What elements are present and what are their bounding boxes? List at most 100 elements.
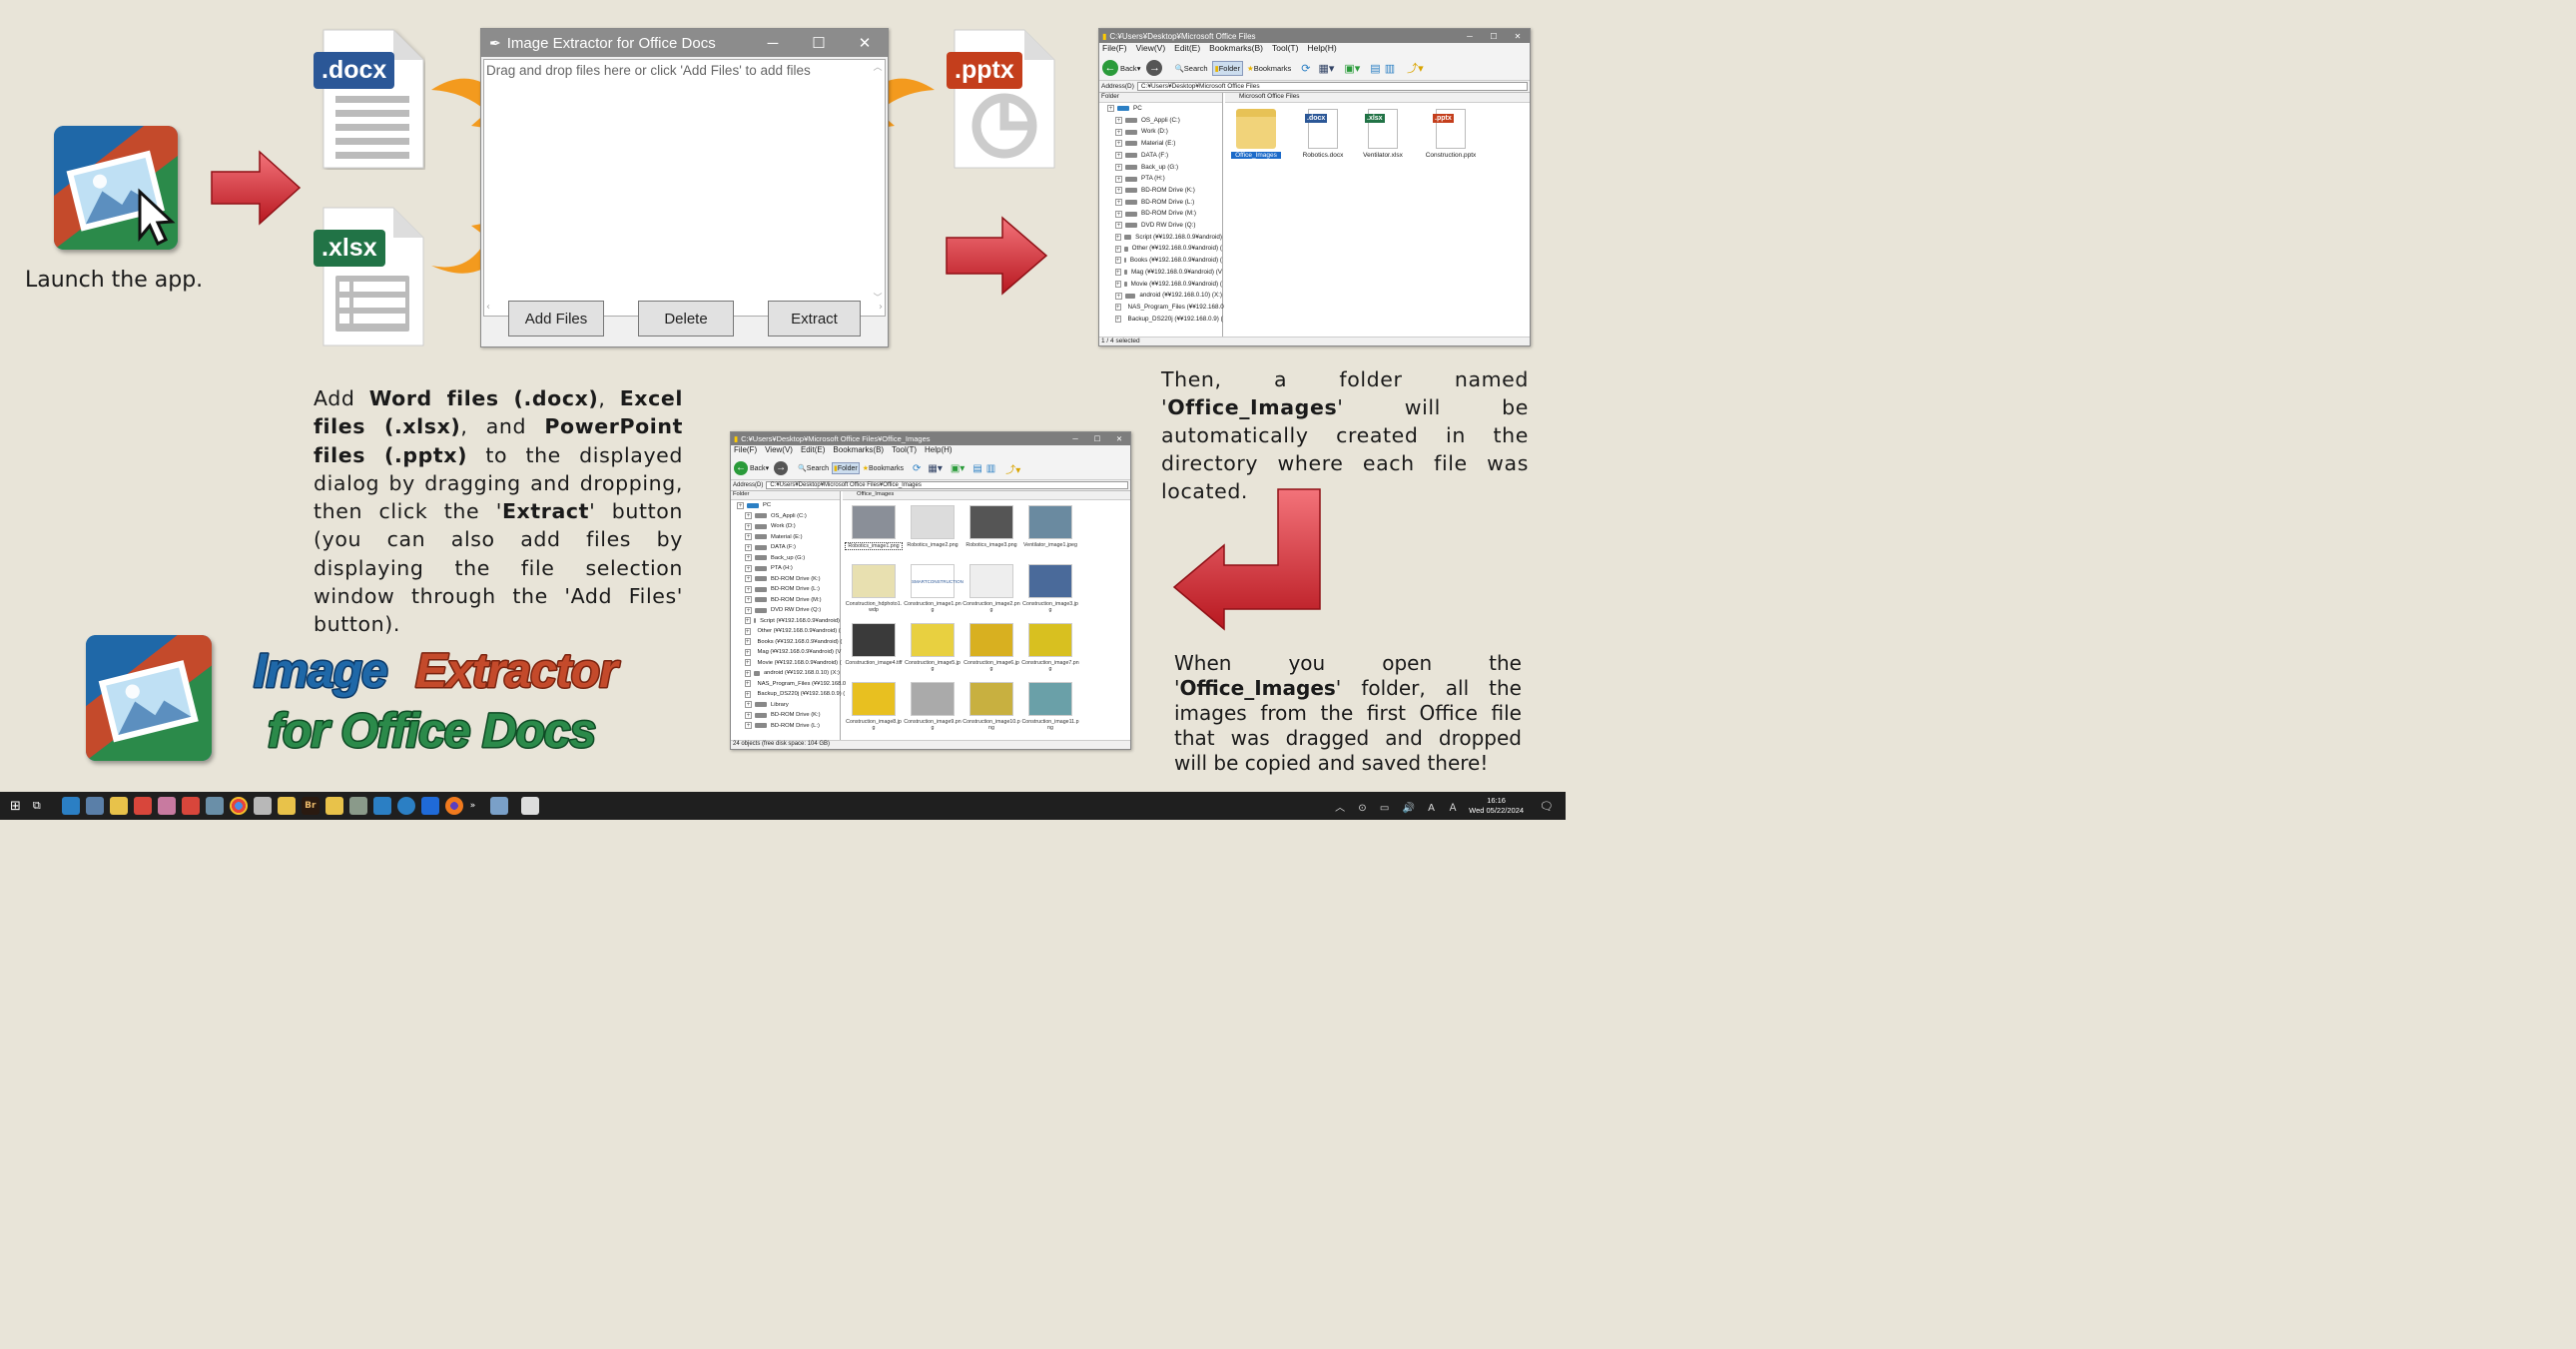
robotics-docx-item[interactable]: .docx Robotics.docx xyxy=(1297,109,1349,159)
dropbox-icon[interactable] xyxy=(420,797,439,815)
bookmarks-button[interactable]: ★Bookmarks xyxy=(1247,64,1291,73)
address-input[interactable]: C:¥Users¥Desktop¥Microsoft Office Files¥… xyxy=(766,481,1128,489)
close-button[interactable]: ✕ xyxy=(842,34,888,52)
refresh-icon[interactable]: ⟳ xyxy=(1301,62,1310,75)
tree-item[interactable]: + DATA (F:) xyxy=(737,542,840,553)
expand-icon[interactable]: + xyxy=(1115,198,1122,206)
tree-item[interactable]: + Books (¥¥192.168.0.9¥android) ( xyxy=(1107,255,1222,267)
start-button[interactable]: ⊞ xyxy=(10,799,21,814)
tree-item[interactable]: + Mag (¥¥192.168.0.9¥android) (V xyxy=(1107,267,1222,279)
expand-icon[interactable]: + xyxy=(745,627,751,635)
menu-view[interactable]: View(V) xyxy=(1136,43,1166,56)
image-thumbnail-item[interactable]: Construction_image4.tiff xyxy=(845,623,903,666)
folder-tree[interactable]: + PC + OS_Appli (C:) + Work (D:) + Material (E:… xyxy=(1099,103,1224,326)
image-thumbnail-item[interactable]: Construction_image10.png xyxy=(963,682,1020,731)
menu-help[interactable]: Help(H) xyxy=(1307,43,1336,56)
image-thumbnail-item[interactable]: Construction_image11.png xyxy=(1021,682,1079,731)
expand-icon[interactable]: + xyxy=(745,596,752,604)
construction-pptx-item[interactable]: .pptx Construction.pptx xyxy=(1417,109,1485,159)
pdf-icon-2[interactable] xyxy=(181,797,200,815)
menu-tool[interactable]: Tool(T) xyxy=(1272,43,1298,56)
expand-icon[interactable]: + xyxy=(745,690,751,698)
dialog-titlebar[interactable]: ✒ Image Extractor for Office Docs ─ ☐ ✕ xyxy=(481,29,888,57)
expand-icon[interactable]: + xyxy=(1115,245,1121,253)
tree-item[interactable]: + BD-ROM Drive (M:) xyxy=(1107,208,1222,220)
tree-item[interactable]: + Other (¥¥192.168.0.9¥android) ( xyxy=(1107,243,1222,255)
minimize-button[interactable]: ─ xyxy=(1458,32,1482,41)
tree-item[interactable]: + android (¥¥192.168.0.10) (X:) xyxy=(1107,290,1222,302)
expand-icon[interactable]: + xyxy=(745,522,752,530)
expand-icon[interactable]: + xyxy=(745,617,751,625)
tree-item[interactable]: + OS_Appli (C:) xyxy=(737,511,840,522)
expand-icon[interactable]: + xyxy=(745,543,752,551)
minimize-button[interactable]: ─ xyxy=(1064,434,1086,443)
up-folder-icon[interactable]: ⤴▾ xyxy=(1005,461,1020,476)
file-drop-list[interactable]: Drag and drop files here or click 'Add F… xyxy=(483,59,886,317)
tree-item[interactable]: + Material (E:) xyxy=(1107,138,1222,150)
bookmarks-button[interactable]: ★Bookmarks xyxy=(863,464,904,472)
expand-icon[interactable]: + xyxy=(1115,222,1122,230)
thumbnail-icon[interactable]: ▣▾ xyxy=(1344,62,1360,75)
image-thumbnail-item[interactable]: Ventilator_image1.jpeg xyxy=(1021,505,1079,548)
layout2-icon[interactable]: ▥ xyxy=(986,463,995,474)
app-icon-9[interactable] xyxy=(253,797,272,815)
tree-item[interactable]: + PC xyxy=(737,500,840,511)
expand-icon[interactable]: + xyxy=(745,606,752,614)
explorer-icon[interactable] xyxy=(277,797,296,815)
tree-item[interactable]: + Backup_DS220j (¥¥192.168.0.9) ( xyxy=(1107,314,1223,326)
expand-icon[interactable]: + xyxy=(1115,280,1121,288)
expand-icon[interactable]: + xyxy=(745,680,751,688)
tree-item[interactable]: + BD-ROM Drive (L:) xyxy=(1107,197,1222,209)
expand-icon[interactable]: + xyxy=(1115,187,1122,195)
menu-file[interactable]: File(F) xyxy=(1102,43,1127,56)
tree-item[interactable]: + PC xyxy=(1107,103,1222,115)
app-icon-12[interactable] xyxy=(324,797,343,815)
expand-icon[interactable]: + xyxy=(1115,257,1121,265)
menu-edit[interactable]: Edit(E) xyxy=(801,445,825,457)
image-thumbnail-item[interactable]: Construction_image8.jpg xyxy=(845,682,903,731)
menu-help[interactable]: Help(H) xyxy=(925,445,953,457)
maximize-button[interactable]: ☐ xyxy=(796,34,842,52)
expand-icon[interactable]: + xyxy=(745,659,751,667)
expand-icon[interactable]: + xyxy=(1115,117,1122,125)
office-images-folder-item[interactable]: Office_Images xyxy=(1231,109,1281,159)
tree-item[interactable]: + PTA (H:) xyxy=(1107,173,1222,185)
thumbnail-icon[interactable]: ▣▾ xyxy=(951,463,965,474)
expand-icon[interactable]: + xyxy=(1115,128,1122,136)
expand-icon[interactable]: + xyxy=(1115,140,1122,148)
view-mode-icon[interactable]: ▦▾ xyxy=(928,463,942,474)
extract-button[interactable]: Extract xyxy=(768,301,861,337)
app-icon-18[interactable] xyxy=(490,797,509,815)
firefox-icon[interactable] xyxy=(444,797,463,815)
folder-button[interactable]: ▮Folder xyxy=(1211,60,1243,76)
image-thumbnail-item[interactable]: Construction_image3.jpg xyxy=(1021,564,1079,613)
image-thumbnail-item[interactable]: SMARTCONSTRUCTION Construction_image1.png xyxy=(904,564,964,613)
layout-icon[interactable]: ▤ xyxy=(1370,62,1380,75)
expand-icon[interactable]: + xyxy=(1115,152,1122,160)
tree-item[interactable]: + DVD RW Drive (Q:) xyxy=(1107,220,1222,232)
tree-item[interactable]: + Other (¥¥192.168.0.9¥android) ( xyxy=(737,626,841,637)
expand-icon[interactable]: + xyxy=(737,501,744,509)
expand-icon[interactable]: + xyxy=(745,575,752,583)
tree-item[interactable]: + Movie (¥¥192.168.0.9¥android) ( xyxy=(1107,279,1222,291)
view-mode-icon[interactable]: ▦▾ xyxy=(1318,62,1334,75)
expand-icon[interactable]: + xyxy=(1115,163,1122,171)
tray-icons[interactable]: ︿ ⊙ ▭ 🔊 A Ａ xyxy=(1335,799,1463,814)
address-input[interactable]: C:¥Users¥Desktop¥Microsoft Office Files xyxy=(1136,82,1528,91)
expand-icon[interactable]: + xyxy=(1115,175,1122,183)
expand-icon[interactable]: + xyxy=(745,585,752,593)
image-thumbnail-item[interactable]: Construction_image9.png xyxy=(904,682,962,731)
forward-button[interactable]: → xyxy=(1146,60,1163,76)
back-button[interactable]: ← Back ▾ xyxy=(734,461,769,475)
maximize-button[interactable]: ☐ xyxy=(1482,32,1506,41)
app-icon-3[interactable] xyxy=(109,797,128,815)
tree-item[interactable]: + Work (D:) xyxy=(737,521,840,532)
menu-bookmarks[interactable]: Bookmarks(B) xyxy=(833,445,884,457)
tree-item[interactable]: + Backup_DS220j (¥¥192.168.0.9) ( xyxy=(737,689,845,700)
menu-view[interactable]: View(V) xyxy=(765,445,793,457)
search-button[interactable]: 🔍Search xyxy=(798,464,829,472)
app-icon[interactable] xyxy=(54,126,178,250)
close-button[interactable]: ✕ xyxy=(1108,434,1130,443)
pdf-icon-1[interactable] xyxy=(133,797,152,815)
tree-item[interactable]: + Material (E:) xyxy=(737,532,840,543)
